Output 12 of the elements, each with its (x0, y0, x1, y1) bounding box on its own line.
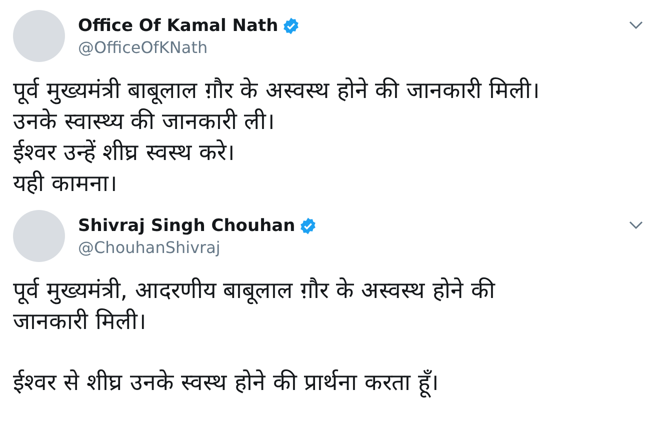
tweet-text: ईश्वर उन्हें शीघ्र स्वस्थ करे। (13, 138, 236, 168)
account-handle[interactable]: @ChouhanShivraj (78, 238, 629, 258)
account-name[interactable]: Shivraj Singh Chouhan (78, 216, 296, 236)
tweet-text: पूर्व मुख्यमंत्री, आदरणीय बाबूलाल ग़ौर के अस्वस्थ होने की जानकारी मिली। (13, 276, 496, 337)
account-handle[interactable]: @OfficeOfKNath (78, 38, 629, 58)
tweet-text: ईश्वर से शीघ्र उनके स्वस्थ होने की प्रार्थना करता हूँ। (13, 368, 440, 399)
tweet-text: यही कामना। (13, 169, 118, 199)
account-name[interactable]: Office Of Kamal Nath (78, 16, 278, 36)
caret-icon[interactable] (629, 20, 643, 30)
tweet-text: पूर्व मुख्यमंत्री बाबूलाल ग़ौर के अस्वस्थ होने की जानकारी मिली। (13, 76, 541, 106)
tweet-text: उनके स्वास्थ्य की जानकारी ली। (13, 107, 276, 137)
caret-icon[interactable] (629, 220, 643, 230)
